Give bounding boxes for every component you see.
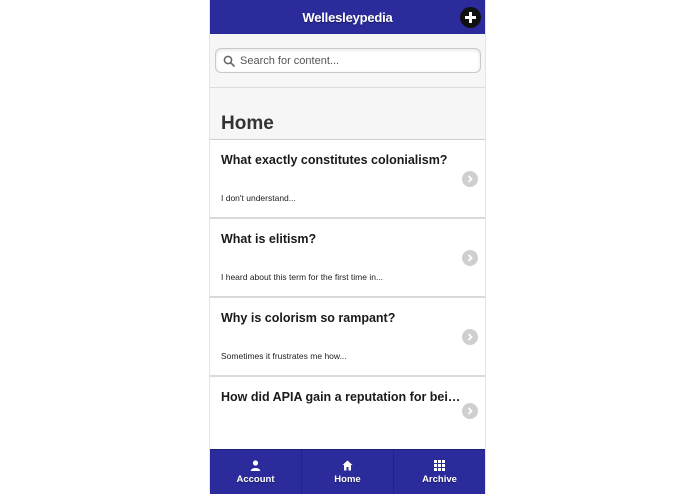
tab-archive[interactable]: Archive (394, 450, 485, 494)
list-item[interactable]: Why is colorism so rampant? Sometimes it… (210, 298, 485, 377)
user-icon (250, 459, 261, 471)
list-item[interactable]: What is elitism? I heard about this term… (210, 219, 485, 298)
chevron-right-icon[interactable] (462, 250, 478, 266)
plus-circle-icon (465, 12, 476, 23)
tab-label: Archive (422, 473, 457, 485)
grid-icon (434, 459, 445, 471)
item-snippet: Sometimes it frustrates me how... (221, 351, 347, 361)
chevron-right-icon[interactable] (462, 403, 478, 419)
item-snippet: I heard about this term for the first ti… (221, 272, 384, 282)
tab-label: Home (334, 473, 361, 485)
home-icon (342, 460, 353, 470)
search-icon (223, 55, 235, 67)
chevron-right-icon[interactable] (462, 171, 478, 187)
question-list: What exactly constitutes colonialism? I … (210, 140, 485, 456)
tab-bar: Account Home Archive (210, 449, 485, 494)
item-title: How did APIA gain a reputation for bein.… (221, 390, 461, 404)
list-item[interactable]: What exactly constitutes colonialism? I … (210, 140, 485, 219)
app-title: Wellesleypedia (302, 9, 393, 25)
tab-label: Account (236, 473, 275, 485)
item-title: Why is colorism so rampant? (221, 311, 396, 325)
list-item[interactable]: How did APIA gain a reputation for bein.… (210, 377, 485, 456)
app-screen: Wellesleypedia Home What exactly constit… (209, 0, 486, 494)
item-title: What exactly constitutes colonialism? (221, 153, 448, 167)
chevron-right-icon[interactable] (462, 329, 478, 345)
item-title: What is elitism? (221, 232, 317, 246)
tab-home[interactable]: Home (302, 450, 394, 494)
header-bar: Wellesleypedia (210, 0, 485, 34)
tab-account[interactable]: Account (210, 450, 302, 494)
search-input[interactable] (240, 54, 470, 67)
search-box[interactable] (215, 48, 481, 73)
item-snippet: I don't understand... (221, 193, 296, 203)
search-bar (210, 34, 485, 88)
add-button[interactable] (460, 7, 481, 28)
page-title: Home (221, 113, 274, 134)
